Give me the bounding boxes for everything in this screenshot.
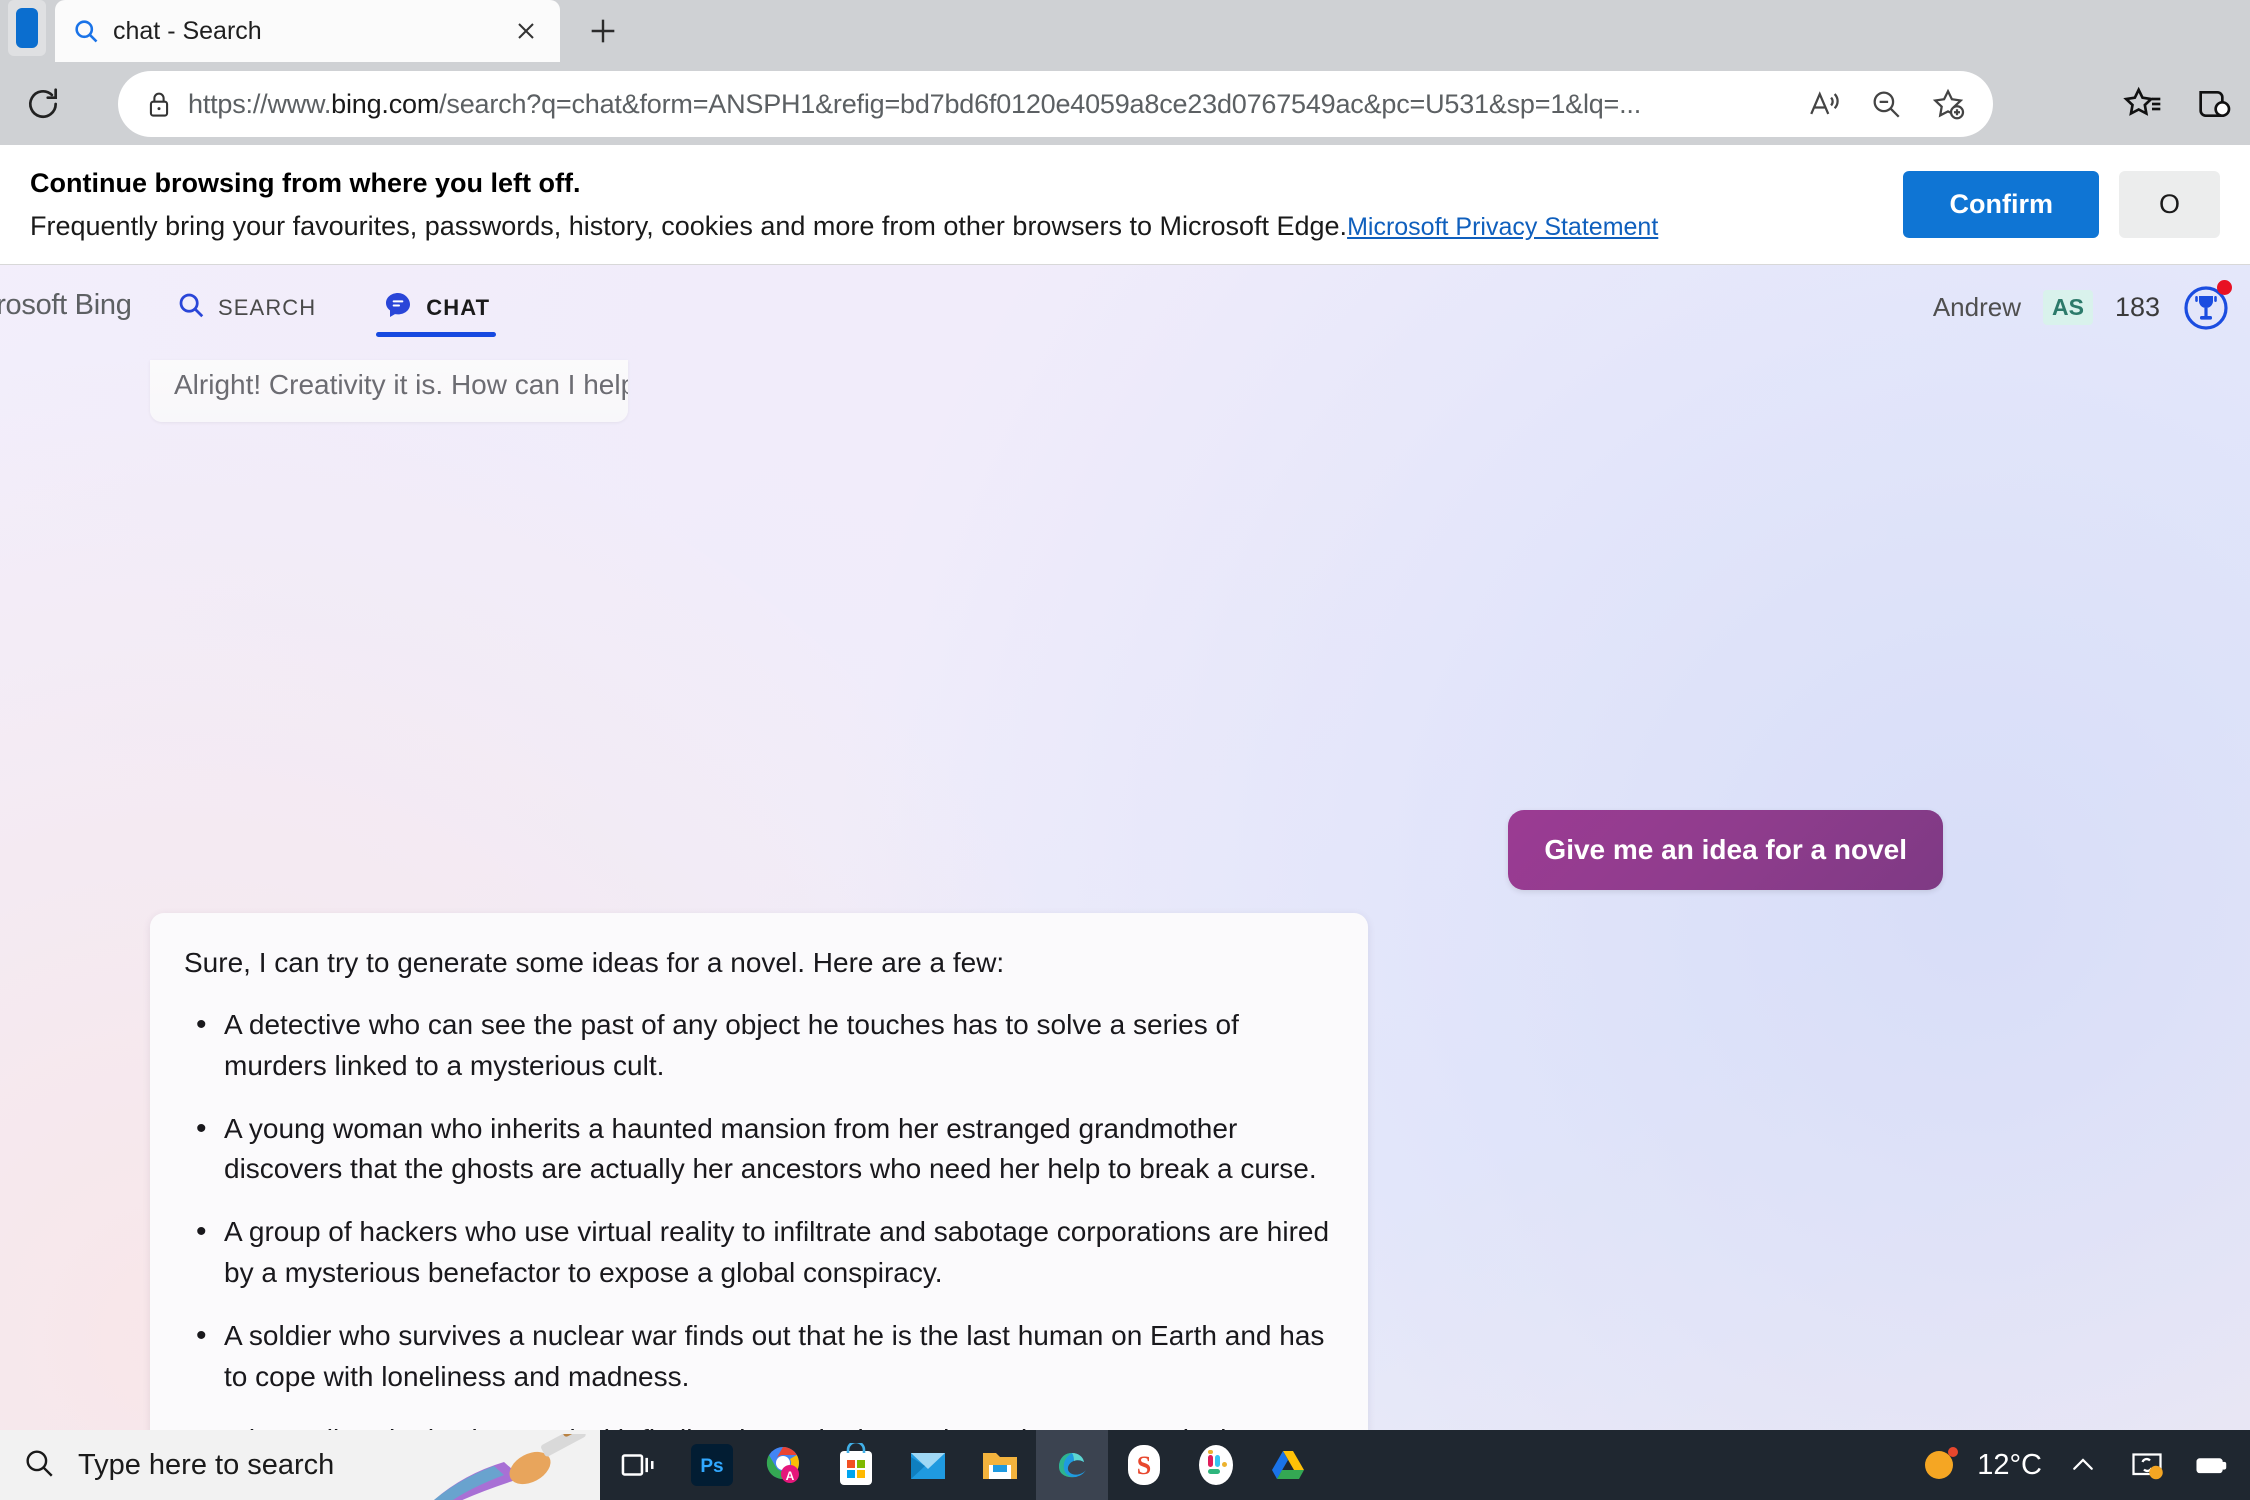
- list-item: A group of hackers who use virtual reali…: [184, 1210, 1334, 1294]
- tab-search-label: SEARCH: [218, 294, 317, 320]
- tab-strip: chat - Search: [0, 0, 2250, 62]
- novel-idea-list: A detective who can see the past of any …: [184, 1003, 1334, 1430]
- screen: chat - Search https://www.bing.com/searc…: [0, 0, 2250, 1500]
- new-tab-button[interactable]: [580, 8, 626, 54]
- tab-search[interactable]: SEARCH: [170, 265, 322, 350]
- address-bar[interactable]: https://www.bing.com/search?q=chat&form=…: [118, 71, 1993, 137]
- taskbar-app-microsoft-edge[interactable]: [1036, 1430, 1108, 1500]
- bing-account-area: Andrew AS 183: [1933, 265, 2232, 350]
- bing-mode-tabs: SEARCH CHAT: [170, 265, 497, 350]
- tab-title: chat - Search: [113, 16, 262, 45]
- list-item: A detective who can see the past of any …: [184, 1003, 1334, 1087]
- list-item: A young woman who inherits a haunted man…: [184, 1107, 1334, 1191]
- close-icon[interactable]: [506, 11, 546, 51]
- bot-response-body: Sure, I can try to generate some ideas f…: [150, 913, 1368, 1430]
- paintbrush-decoration-icon: [404, 1430, 600, 1500]
- bing-chat-page: crosoft Bing SEARCH: [0, 265, 2250, 1430]
- taskbar-app-google-drive[interactable]: [1252, 1430, 1324, 1500]
- confirm-button[interactable]: Confirm: [1903, 171, 2099, 238]
- omnibox-icons: [1797, 77, 1975, 131]
- zoom-out-icon[interactable]: [1859, 77, 1913, 131]
- toolbar-right-icons: [2106, 71, 2250, 137]
- add-favorite-icon[interactable]: [1921, 77, 1975, 131]
- notification-body-text: Frequently bring your favourites, passwo…: [30, 210, 1348, 241]
- collections-icon[interactable]: [2178, 71, 2250, 137]
- show-hidden-icons-chevron[interactable]: [2060, 1442, 2106, 1488]
- search-icon: [69, 17, 103, 45]
- notification-dot: [2217, 279, 2232, 295]
- notification-actions: Confirm O: [1903, 171, 2220, 238]
- secondary-button[interactable]: O: [2118, 171, 2220, 238]
- windows-taskbar: Type here to search Ps A S 12°C: [0, 1430, 2250, 1500]
- taskbar-app-mail[interactable]: [892, 1430, 964, 1500]
- chat-bubble-icon: [382, 289, 414, 326]
- notification-body: Frequently bring your favourites, passwo…: [30, 211, 1903, 242]
- privacy-statement-link[interactable]: Microsoft Privacy Statement: [1347, 213, 1658, 241]
- svg-text:S: S: [1137, 1451, 1151, 1480]
- taskbar-app-photoshop[interactable]: Ps: [676, 1430, 748, 1500]
- list-item: A journalist who is obsessed with findin…: [184, 1418, 1334, 1430]
- bing-logo[interactable]: crosoft Bing: [0, 289, 132, 322]
- taskbar-weather[interactable]: 12°C: [1919, 1441, 2042, 1490]
- list-item: A soldier who survives a nuclear war fin…: [184, 1314, 1334, 1398]
- system-tray: 12°C: [1919, 1430, 2250, 1500]
- taskbar-app-microsoft-store[interactable]: [820, 1430, 892, 1500]
- lock-icon: [136, 89, 182, 119]
- temperature: 12°C: [1977, 1448, 2042, 1481]
- system-menu-button[interactable]: [8, 0, 46, 56]
- continue-browsing-notification: Continue browsing from where you left of…: [0, 145, 2250, 265]
- svg-text:Ps: Ps: [700, 1456, 723, 1477]
- previous-bot-message-text: Alright! Creativity it is. How can I hel…: [174, 369, 628, 400]
- sun-icon: [1919, 1441, 1963, 1490]
- user-message-bubble: Give me an idea for a novel: [1508, 810, 1943, 890]
- taskbar-app-slack[interactable]: [1180, 1430, 1252, 1500]
- favorites-icon[interactable]: [2106, 71, 2178, 137]
- rewards-trophy-icon[interactable]: [2182, 279, 2232, 332]
- url-text: https://www.bing.com/search?q=chat&form=…: [188, 88, 1642, 119]
- reload-icon[interactable]: [12, 73, 74, 135]
- notification-text: Continue browsing from where you left of…: [30, 168, 1903, 242]
- chat-scroll-area[interactable]: Alright! Creativity it is. How can I hel…: [0, 350, 2250, 1430]
- taskbar-app-file-explorer[interactable]: [964, 1430, 1036, 1500]
- taskbar-app-chrome[interactable]: A: [748, 1430, 820, 1500]
- taskbar-app-snagit[interactable]: S: [1108, 1430, 1180, 1500]
- bot-response-lead: Sure, I can try to generate some ideas f…: [184, 947, 1005, 978]
- search-icon: [176, 290, 206, 325]
- search-icon: [22, 1446, 56, 1485]
- taskbar-search[interactable]: Type here to search: [0, 1430, 600, 1500]
- notification-title: Continue browsing from where you left of…: [30, 167, 581, 198]
- bing-header: crosoft Bing SEARCH: [0, 265, 2250, 350]
- previous-bot-message: Alright! Creativity it is. How can I hel…: [150, 360, 628, 422]
- onedrive-sync-icon[interactable]: [2124, 1442, 2170, 1488]
- avatar[interactable]: AS: [2042, 290, 2093, 325]
- taskbar-search-placeholder: Type here to search: [78, 1448, 335, 1481]
- rewards-points: 183: [2114, 292, 2160, 322]
- browser-toolbar: https://www.bing.com/search?q=chat&form=…: [0, 62, 2250, 145]
- tab-chat[interactable]: CHAT: [376, 265, 497, 350]
- tab-chat-label: CHAT: [426, 294, 491, 320]
- taskbar-apps: Ps A S: [676, 1430, 1324, 1500]
- svg-text:A: A: [786, 1469, 795, 1483]
- battery-icon[interactable]: [2188, 1442, 2234, 1488]
- read-aloud-icon[interactable]: [1797, 77, 1851, 131]
- bot-response-card: Sure, I can try to generate some ideas f…: [150, 913, 1368, 1430]
- task-view-icon[interactable]: [600, 1430, 676, 1500]
- browser-tab[interactable]: chat - Search: [55, 0, 560, 62]
- account-name[interactable]: Andrew: [1933, 292, 2021, 323]
